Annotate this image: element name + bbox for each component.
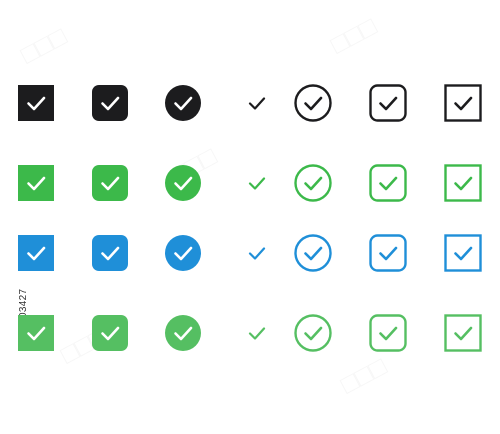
lightgreen-filled-circle-check-icon	[163, 313, 203, 353]
green-filled-rounded-square-check-icon	[90, 163, 130, 203]
lightgreen-plain-checkmark-icon	[237, 313, 277, 353]
lightgreen-outline-rounded-square-check-icon	[368, 313, 408, 353]
black-filled-rounded-square-check-icon	[90, 83, 130, 123]
watermark: □□□	[325, 11, 381, 60]
lightgreen-outline-square-check-icon	[443, 313, 483, 353]
black-plain-checkmark-icon	[237, 83, 277, 123]
green-filled-square-checkbox-icon	[16, 163, 56, 203]
black-filled-square-checkbox-icon	[16, 83, 56, 123]
black-outline-square-check-icon	[443, 83, 483, 123]
green-plain-checkmark-icon	[237, 163, 277, 203]
blue-outline-square-check-icon	[443, 233, 483, 273]
blue-filled-rounded-square-check-icon	[90, 233, 130, 273]
blue-plain-checkmark-icon	[237, 233, 277, 273]
blue-filled-circle-check-icon	[163, 233, 203, 273]
lightgreen-outline-circle-check-icon	[293, 313, 333, 353]
checkmark-icon-set: □□□ □□□ □□□ □□□ □□□ 1476603427	[0, 0, 500, 434]
lightgreen-filled-square-checkbox-icon	[16, 313, 56, 353]
blue-outline-circle-check-icon	[293, 233, 333, 273]
blue-filled-square-checkbox-icon	[16, 233, 56, 273]
black-outline-circle-check-icon	[293, 83, 333, 123]
black-filled-circle-check-icon	[163, 83, 203, 123]
green-outline-circle-check-icon	[293, 163, 333, 203]
watermark: □□□	[335, 351, 391, 400]
green-filled-circle-check-icon	[163, 163, 203, 203]
green-outline-rounded-square-check-icon	[368, 163, 408, 203]
lightgreen-filled-rounded-square-check-icon	[90, 313, 130, 353]
green-outline-square-check-icon	[443, 163, 483, 203]
blue-outline-rounded-square-check-icon	[368, 233, 408, 273]
black-outline-rounded-square-check-icon	[368, 83, 408, 123]
watermark: □□□	[15, 21, 71, 70]
